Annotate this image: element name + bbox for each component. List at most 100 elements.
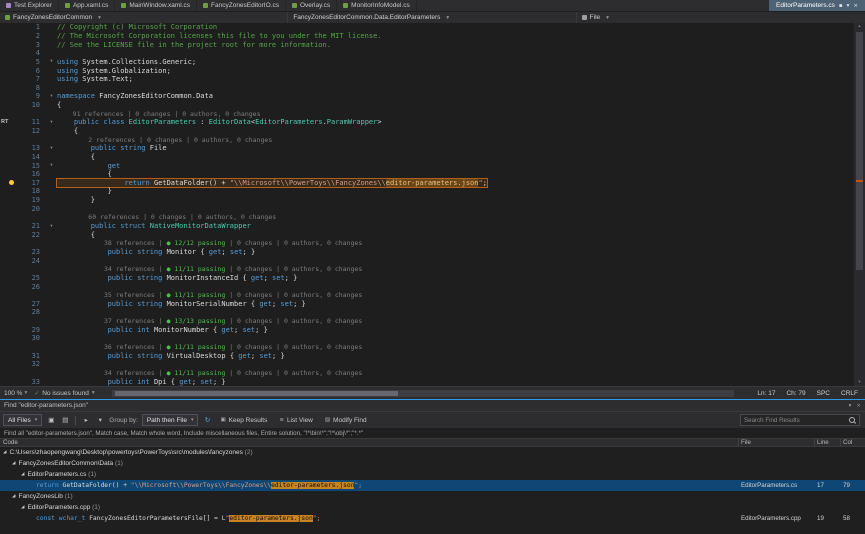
token — [57, 118, 74, 126]
match-marker[interactable] — [856, 180, 863, 182]
token: // The Microsoft Corporation licenses th… — [57, 32, 382, 40]
group-by-value: Path then File — [147, 417, 187, 424]
caret-position: Ln: 17 Ch: 79 SPC CRLF — [757, 390, 861, 397]
search-icon — [849, 417, 856, 424]
token: FancyZonesEditorCommon\Data — [18, 460, 114, 467]
tab-editorparameters-cs[interactable]: EditorParameters.cs ▪ ▾ × — [769, 0, 865, 11]
fold-chevron-icon[interactable]: ▾ — [46, 224, 57, 229]
token: | 0 changes | 0 authors, 0 changes — [225, 291, 362, 299]
token: get — [259, 300, 272, 308]
code-line: 24 — [0, 256, 853, 265]
zoom-control[interactable]: 100 % ▾ — [4, 390, 27, 397]
column-line[interactable]: Line — [815, 439, 841, 446]
line-indicator[interactable]: Ln: 17 — [757, 390, 775, 397]
tree-expander-icon[interactable]: ◢ — [21, 472, 24, 477]
tree-expander-icon[interactable]: ◢ — [12, 494, 15, 499]
line-number: 12 — [20, 127, 46, 135]
tab-label: EditorParameters.cs — [776, 2, 835, 9]
health-label: No issues found — [42, 390, 89, 397]
tab-overlay-cs[interactable]: Overlay.cs — [286, 0, 337, 11]
editor-horizontal-scrollbar[interactable] — [112, 390, 734, 397]
member-dropdown[interactable]: File ▾ — [577, 12, 865, 23]
result-group-row[interactable]: ◢C:\Users\zhaopengwang\Desktop\powertoys… — [0, 447, 865, 458]
editor-vertical-scrollbar[interactable]: ▴ ▾ — [853, 23, 865, 386]
close-icon[interactable]: × — [853, 3, 858, 9]
result-row[interactable]: const wchar_t FancyZonesEditorParameters… — [0, 513, 865, 524]
line-number: 14 — [20, 153, 46, 161]
result-group-row[interactable]: ◢EditorParameters.cs (1) — [0, 469, 865, 480]
hscroll-thumb[interactable] — [115, 391, 398, 396]
find-results-toolbar: All Files ▾ ▣ ▤ ▸ ▾ Group by: Path then … — [0, 411, 865, 428]
column-col[interactable]: Col — [841, 439, 865, 446]
fold-chevron-icon[interactable]: ▾ — [46, 120, 57, 125]
token: ● 11/11 passing — [167, 343, 226, 351]
column-file[interactable]: File — [739, 439, 815, 446]
token: NativeMonitorDataWrapper — [150, 222, 251, 230]
close-icon[interactable]: × — [856, 403, 861, 409]
fold-chevron-icon[interactable]: ▾ — [46, 163, 57, 168]
tree-expander-icon[interactable]: ◢ — [12, 461, 15, 466]
token: ; — [483, 179, 487, 187]
find-results-search-input[interactable] — [744, 417, 846, 424]
token: FancyZonesEditorCommon.Data — [95, 92, 213, 100]
line-number: 28 — [20, 308, 46, 316]
cs-file-icon — [292, 3, 297, 8]
pin-icon[interactable]: ▪ — [839, 3, 843, 9]
scroll-down-icon[interactable]: ▾ — [854, 379, 865, 386]
scroll-up-icon[interactable]: ▴ — [854, 23, 865, 30]
tree-expander-icon[interactable]: ◢ — [21, 505, 24, 510]
fold-chevron-icon[interactable]: ▾ — [46, 94, 57, 99]
result-group-row[interactable]: ◢FancyZonesEditorCommon\Data (1) — [0, 458, 865, 469]
token: { — [209, 326, 222, 334]
chevron-down-icon[interactable]: ▾ — [849, 403, 852, 409]
column-indicator[interactable]: Ch: 79 — [786, 390, 805, 397]
modify-find-button[interactable]: ▨ Modify Find — [321, 414, 371, 426]
document-health-indicator[interactable]: ✓ No issues found ▾ — [34, 390, 94, 397]
fold-chevron-icon[interactable]: ▾ — [46, 59, 57, 64]
token: { — [57, 153, 95, 161]
refresh-icon[interactable]: ↻ — [202, 414, 212, 426]
tab-mainwindow-xaml-cs[interactable]: MainWindow.xaml.cs — [115, 0, 197, 11]
group-by-dropdown[interactable]: Path then File ▾ — [142, 414, 199, 426]
property-icon — [582, 15, 587, 20]
keep-results-button[interactable]: ▣ Keep Results — [216, 414, 271, 426]
chevron-down-icon: ▾ — [606, 15, 609, 21]
collapse-all-icon[interactable]: ▾ — [95, 414, 105, 426]
tab-label: App.xaml.cs — [73, 2, 108, 9]
tab-test-explorer[interactable]: Test Explorer — [0, 0, 59, 11]
code-editor[interactable]: 1// Copyright (c) Microsoft Corporation2… — [0, 23, 865, 386]
copy-results-icon[interactable]: ▣ — [46, 414, 56, 426]
tab-fancyzoneseditorio-cs[interactable]: FancyZonesEditorIO.cs — [197, 0, 286, 11]
token: { — [238, 274, 251, 282]
list-view-button[interactable]: ≡ List View — [275, 414, 317, 426]
lightbulb-icon[interactable] — [9, 180, 14, 185]
line-number: 7 — [20, 75, 46, 83]
keep-results-icon: ▣ — [220, 417, 225, 423]
line-number: 15 — [20, 162, 46, 170]
code-text: 38 references | ● 12/12 passing | 0 chan… — [57, 239, 362, 247]
fold-chevron-icon[interactable]: ▾ — [46, 146, 57, 151]
result-row[interactable]: return GetDataFolder() + "\\Microsoft\\P… — [0, 480, 865, 491]
chevron-down-icon[interactable]: ▾ — [847, 3, 850, 9]
result-group-row[interactable]: ◢FancyZonesLib (1) — [0, 491, 865, 502]
tab-monitorinfomodel-cs[interactable]: MonitorInfoModel.cs — [337, 0, 417, 11]
token: 37 references | — [57, 317, 167, 325]
type-dropdown[interactable]: FancyZonesEditorCommon.Data.EditorParame… — [288, 12, 576, 23]
eol-indicator[interactable]: CRLF — [841, 390, 858, 397]
project-dropdown[interactable]: FancyZonesEditorCommon ▾ — [0, 12, 288, 23]
token: C:\Users\zhaopengwang\Desktop\powertoys\… — [9, 449, 244, 456]
expand-all-icon[interactable]: ▸ — [81, 414, 91, 426]
result-group-row[interactable]: ◢EditorParameters.cpp (1) — [0, 502, 865, 513]
zoom-value: 100 % — [4, 390, 22, 397]
whitespace-indicator[interactable]: SPC — [817, 390, 830, 397]
codelens-row: 60 references | 0 changes | 0 authors, 0… — [0, 213, 853, 222]
column-code[interactable]: Code — [0, 439, 739, 446]
scope-dropdown[interactable]: All Files ▾ — [3, 414, 42, 426]
code-text: public int Dpi { get; set; } — [57, 378, 226, 386]
result-code-cell: const wchar_t FancyZonesEditorParameters… — [0, 515, 739, 522]
scrollbar-thumb[interactable] — [856, 32, 863, 270]
copy-all-icon[interactable]: ▤ — [60, 414, 70, 426]
tab-app-xaml-cs[interactable]: App.xaml.cs — [59, 0, 115, 11]
tree-expander-icon[interactable]: ◢ — [3, 450, 6, 455]
token: get — [179, 378, 192, 386]
